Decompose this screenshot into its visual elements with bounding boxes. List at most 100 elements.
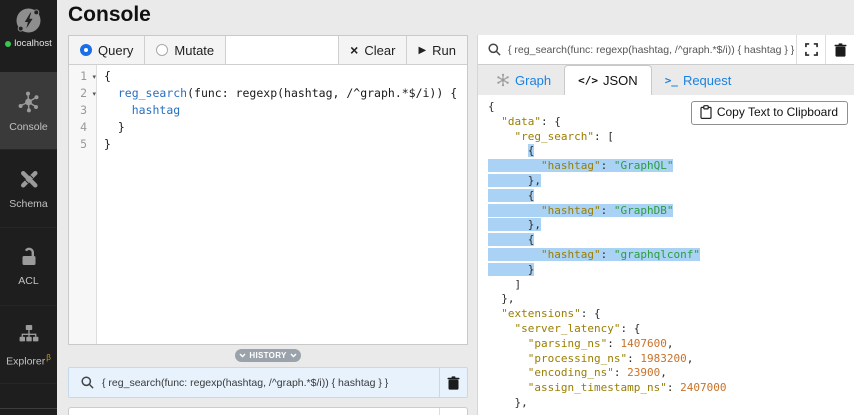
page-title: Console [68,3,151,26]
code-area[interactable]: { reg_search(func: regexp(hashtag, /^gra… [97,65,467,344]
copy-button-label: Copy Text to Clipboard [716,105,838,119]
mode-tabs: Query Mutate [69,36,227,64]
json-line: }, [488,173,541,187]
json-line: }, [488,218,541,232]
mode-tab-label: Query [98,42,134,58]
result-query-text: { reg_search(func: regexp(hashtag, /^gra… [508,43,795,56]
tab-json[interactable]: </> JSON [564,65,652,95]
fold-marker-icon[interactable]: ▾ [92,86,96,103]
json-line: }, [488,395,528,409]
fold-marker-icon[interactable]: ▾ [92,69,96,86]
sidebar-item-explorer[interactable]: Explorerβ [0,306,57,384]
sidebar-item-label: Console [9,120,48,133]
explorer-icon [17,322,41,346]
json-line: } [488,262,535,276]
toolbar-spacer [226,36,339,64]
json-line: { [488,188,535,202]
copy-to-clipboard-button[interactable]: Copy Text to Clipboard [690,101,848,125]
tab-graph[interactable]: Graph [483,65,564,95]
run-button-label: Run [432,42,456,58]
host-indicator[interactable]: localhost [5,38,52,49]
line-number: 3 [80,103,87,117]
tab-label: Request [682,72,732,88]
line-number: 4 [80,120,87,134]
editor-gutter: 1 ▾ 2 ▾ 3 4 5 [69,65,97,344]
json-icon: </> [578,74,599,87]
json-line: { [527,144,535,158]
history-query-text: { reg_search(func: regexp(hashtag, /^gra… [102,376,389,389]
chevron-down-icon [239,353,246,358]
radio-icon [156,44,169,56]
history-delete-button[interactable] [439,368,467,397]
clipboard-icon [700,105,712,120]
trash-icon [834,42,847,57]
query-toolbar: Query Mutate × Clear ▶ Run [69,36,467,65]
code-line: hashtag [131,103,181,117]
tab-label: Graph [515,72,552,88]
json-line: "extensions": { [501,307,601,321]
mode-tab-label: Mutate [174,42,215,58]
json-line: }, [488,292,515,306]
json-line: "server_latency": { [514,321,641,335]
result-query-bar: { reg_search(func: regexp(hashtag, /^gra… [478,35,854,65]
mode-tab-query[interactable]: Query [69,36,146,64]
history-entry[interactable] [68,407,468,415]
line-number: 5 [80,137,87,151]
json-line: { [488,233,535,247]
clear-button-label: Clear [364,42,396,58]
line-number: 1 ▾ [69,68,96,85]
fullscreen-icon [804,43,818,56]
search-icon [488,43,501,56]
clear-icon: × [350,42,359,58]
code-line: { [104,69,111,83]
sidebar-item-console[interactable]: Console [0,72,57,150]
fullscreen-button[interactable] [796,35,825,64]
search-icon [81,376,94,389]
result-tabs: Graph </> JSON >_ Request [478,65,854,95]
json-line: "hashtag": "graphqlconf" [488,247,854,263]
mode-tab-mutate[interactable]: Mutate [145,36,227,64]
history-entry[interactable]: { reg_search(func: regexp(hashtag, /^gra… [68,367,468,398]
clear-button[interactable]: × Clear [338,36,406,64]
result-delete-button[interactable] [825,35,854,64]
json-line: "encoding_ns": 23900, [527,366,667,380]
sidebar-logo-block: localhost [0,0,57,72]
dgraph-logo-icon [15,7,42,34]
code-line: } [104,120,125,134]
sidebar: localhost Console Schema ACL Explorerβ [0,0,57,415]
sidebar-item-acl[interactable]: ACL [0,228,57,306]
beta-badge: β [46,352,51,362]
host-status-dot [5,40,12,47]
json-line: "parsing_ns": 1407600, [527,336,674,350]
sidebar-item-label: ACL [18,275,39,287]
history-toggle[interactable]: HISTORY [235,349,301,362]
json-line: "hashtag": "GraphDB" [488,203,854,219]
sidebar-item-label: Schema [9,198,48,210]
code-line: } [104,137,111,151]
tab-request[interactable]: >_ Request [652,65,745,95]
sidebar-item-label: Explorerβ [6,352,51,368]
request-icon: >_ [664,73,678,87]
schema-icon [17,167,41,191]
tab-label: JSON [603,73,638,88]
json-line: "processing_ns": 1983200, [527,351,694,365]
trash-icon [447,375,460,390]
json-line: "hashtag": "GraphQL" [488,159,854,174]
radio-icon [80,44,92,56]
run-icon: ▶ [418,44,427,56]
code-editor[interactable]: 1 ▾ 2 ▾ 3 4 5 { reg_search(func: regexp(hashta… [69,65,467,344]
code-line: reg_search(func: regexp(hashtag, /^graph… [117,86,458,100]
sidebar-item-schema[interactable]: Schema [0,150,57,228]
chevron-down-icon [290,353,297,358]
acl-icon [18,246,40,268]
graph-icon [496,73,510,87]
history-delete-button[interactable] [439,408,467,415]
json-output[interactable]: { "data": { "reg_search": [ { "hashtag":… [478,95,854,415]
json-line: "reg_search": [ [514,129,614,143]
host-label: localhost [14,38,52,49]
app-root: localhost Console Schema ACL Explorerβ Cons… [0,0,854,415]
sidebar-nav: Console Schema ACL Explorerβ [0,72,57,384]
run-button[interactable]: ▶ Run [406,36,467,64]
json-line: ] [488,277,522,291]
line-number: 2 ▾ [69,85,96,102]
